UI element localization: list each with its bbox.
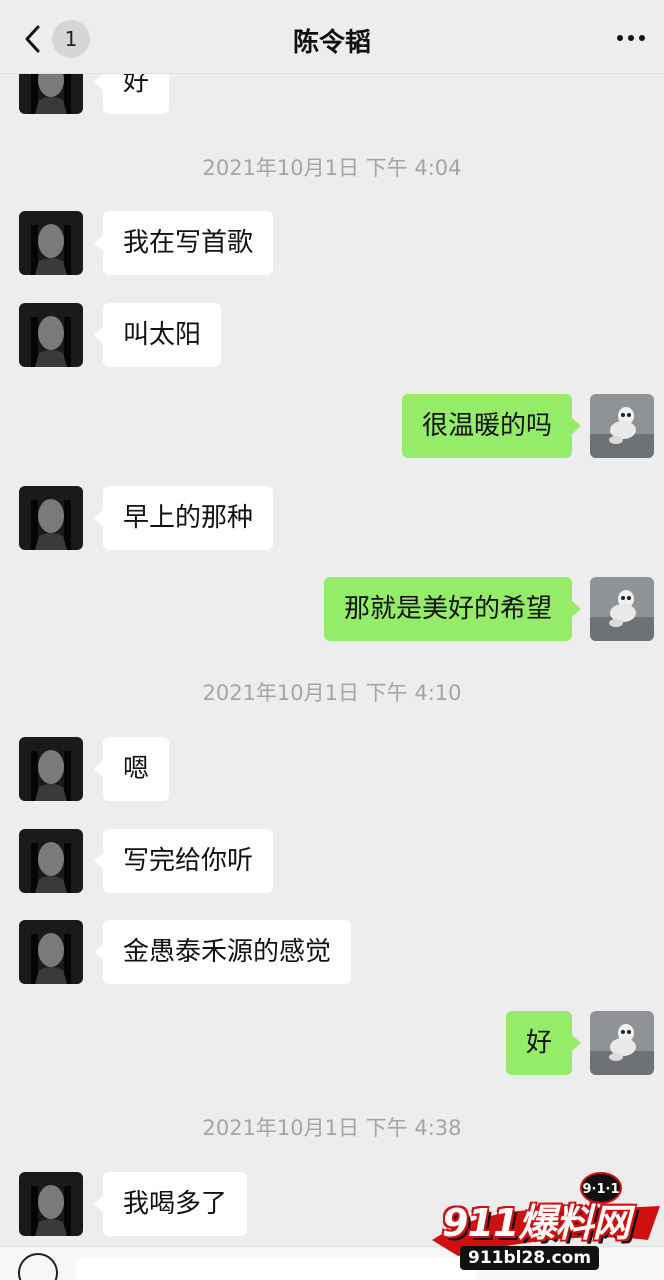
watermark-logo: 9·1·1 911爆料网 911bl28.com — [428, 1170, 664, 1280]
contact-avatar[interactable] — [19, 211, 83, 275]
my-avatar[interactable] — [590, 394, 654, 458]
message-bubble[interactable]: 早上的那种 — [93, 486, 274, 550]
my-avatar[interactable] — [590, 1011, 654, 1075]
page-title: 陈令韬 — [292, 28, 371, 58]
timestamp: 2021年10月1日 下午 4:04 — [202, 156, 462, 180]
contact-avatar[interactable] — [19, 1172, 83, 1236]
message-bubble[interactable]: 那就是美好的希望 — [323, 577, 582, 641]
contact-avatar[interactable] — [19, 829, 83, 893]
message-bubble[interactable]: 嗯 — [93, 737, 170, 801]
message-input[interactable] — [76, 1257, 476, 1280]
more-options-button[interactable] — [616, 26, 646, 50]
watermark-url: 911bl28.com — [460, 1246, 600, 1270]
message-bubble[interactable]: 我在写首歌 — [93, 211, 274, 275]
timestamp: 2021年10月1日 下午 4:38 — [202, 1116, 462, 1140]
watermark-text: 911爆料网 — [442, 1201, 630, 1245]
my-avatar[interactable] — [590, 577, 654, 641]
contact-avatar[interactable] — [19, 74, 83, 114]
contact-avatar[interactable] — [19, 737, 83, 801]
message-bubble[interactable]: 好 — [505, 1011, 582, 1075]
contact-avatar[interactable] — [19, 486, 83, 550]
chat-header: 1 陈令韬 — [0, 0, 664, 74]
voice-input-icon[interactable] — [18, 1253, 58, 1280]
more-dots-icon — [617, 35, 645, 41]
message-bubble[interactable]: 我喝多了 — [93, 1172, 248, 1236]
message-bubble[interactable]: 很温暖的吗 — [401, 394, 582, 458]
message-bubble[interactable]: 写完给你听 — [93, 829, 274, 893]
contact-avatar[interactable] — [19, 303, 83, 367]
message-bubble[interactable]: 金愚泰禾源的感觉 — [93, 920, 352, 984]
message-bubble[interactable]: 叫太阳 — [93, 303, 222, 367]
message-bubble[interactable]: 好 — [93, 74, 170, 114]
message-list[interactable]: 好 2021年10月1日 下午 4:04 我在写首歌 叫太阳 很温暖的吗 早上的… — [0, 74, 664, 1246]
contact-avatar[interactable] — [19, 920, 83, 984]
timestamp: 2021年10月1日 下午 4:10 — [202, 681, 462, 705]
